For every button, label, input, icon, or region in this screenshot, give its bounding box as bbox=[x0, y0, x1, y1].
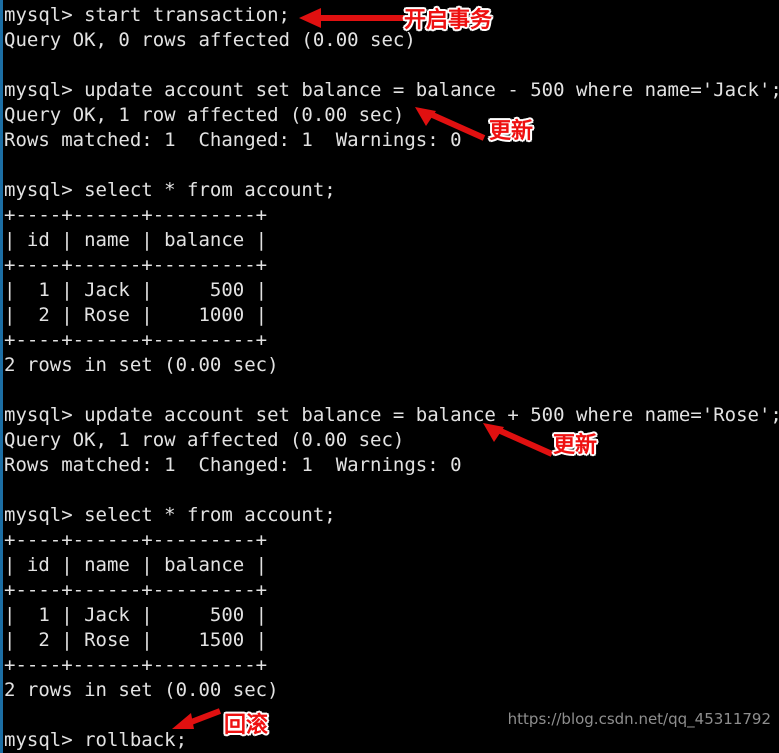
terminal-line: 2 rows in set (0.00 sec) bbox=[4, 679, 279, 701]
terminal-line: Query OK, 1 row affected (0.00 sec) bbox=[4, 429, 405, 451]
table-row: | 1 | Jack | 500 | bbox=[4, 604, 268, 626]
table-border: +----+------+---------+ bbox=[4, 254, 268, 276]
terminal-line: mysql> update account set balance = bala… bbox=[4, 79, 779, 101]
terminal-line: mysql> select * from account; bbox=[4, 179, 336, 201]
terminal-line: Query OK, 1 row affected (0.00 sec) bbox=[4, 104, 405, 126]
table-border: +----+------+---------+ bbox=[4, 579, 268, 601]
table-border: +----+------+---------+ bbox=[4, 654, 268, 676]
terminal-line: 2 rows in set (0.00 sec) bbox=[4, 354, 279, 376]
terminal-line: mysql> update account set balance = bala… bbox=[4, 404, 779, 426]
watermark-url: https://blog.csdn.net/qq_45311792 bbox=[507, 710, 771, 728]
terminal-line: Query OK, 0 rows affected (0.00 sec) bbox=[4, 29, 416, 51]
table-header-row: | id | name | balance | bbox=[4, 554, 268, 576]
table-row: | 1 | Jack | 500 | bbox=[4, 279, 268, 301]
table-border: +----+------+---------+ bbox=[4, 204, 268, 226]
table-row: | 2 | Rose | 1000 | bbox=[4, 304, 268, 326]
console-output[interactable]: mysql> start transaction; Query OK, 0 ro… bbox=[3, 0, 779, 753]
table-border: +----+------+---------+ bbox=[4, 529, 268, 551]
terminal-line: mysql> start transaction; bbox=[4, 4, 290, 26]
terminal-line: mysql> rollback; bbox=[4, 729, 188, 751]
table-row: | 2 | Rose | 1500 | bbox=[4, 629, 268, 651]
table-border: +----+------+---------+ bbox=[4, 329, 268, 351]
table-header-row: | id | name | balance | bbox=[4, 229, 268, 251]
terminal-line: Rows matched: 1 Changed: 1 Warnings: 0 bbox=[4, 454, 462, 476]
terminal-window: mysql> start transaction; Query OK, 0 ro… bbox=[0, 0, 779, 753]
terminal-line: Rows matched: 1 Changed: 1 Warnings: 0 bbox=[4, 129, 462, 151]
terminal-line: mysql> select * from account; bbox=[4, 504, 336, 526]
